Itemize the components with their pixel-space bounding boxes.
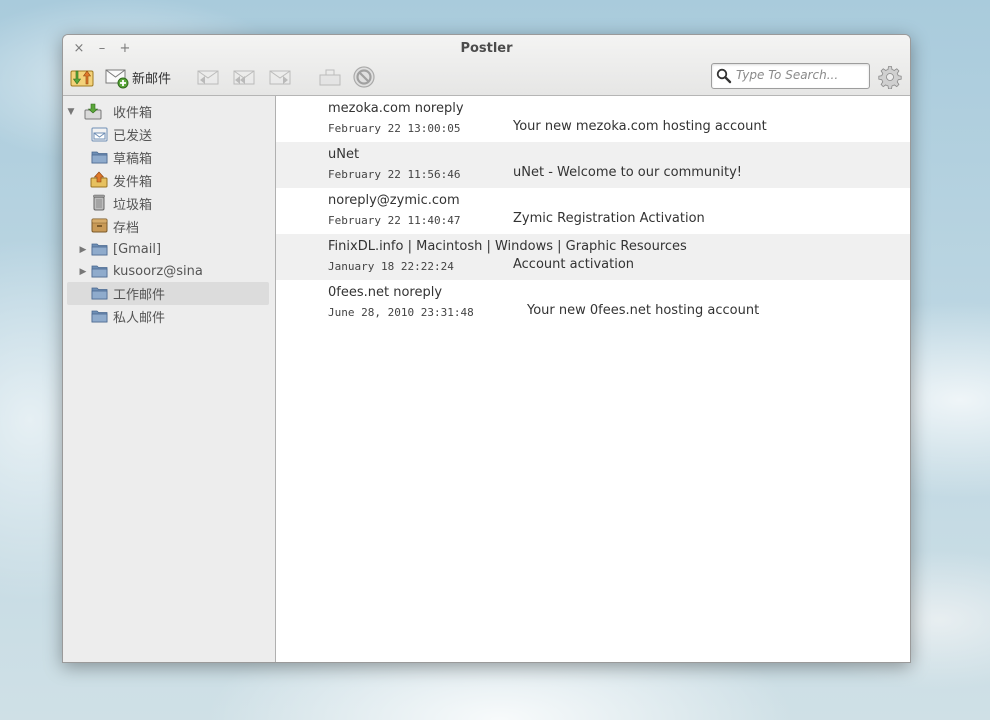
- new-mail-button[interactable]: 新邮件: [105, 65, 171, 89]
- message-subject: Your new 0fees.net hosting account: [527, 303, 760, 318]
- folder-icon: [91, 310, 108, 323]
- compose-mail-icon: [105, 65, 129, 89]
- sidebar-item-label: kusoorz@sina: [113, 264, 203, 279]
- message-sender: mezoka.com noreply: [328, 101, 464, 116]
- message-subject: Account activation: [513, 257, 635, 272]
- gear-icon: [878, 66, 902, 90]
- sidebar-item-label: [Gmail]: [113, 242, 162, 257]
- junk-button[interactable]: [352, 65, 376, 89]
- sidebar-item-trash[interactable]: 垃圾箱: [63, 192, 275, 215]
- message-list: mezoka.com noreply February 22 13:00:05 …: [276, 96, 910, 662]
- archive-icon: [91, 218, 108, 233]
- message-subject: uNet - Welcome to our community!: [513, 165, 742, 180]
- message-row[interactable]: uNet February 22 11:56:46 uNet - Welcome…: [276, 142, 910, 188]
- message-row[interactable]: FinixDL.info | Macintosh | Windows | Gra…: [276, 234, 910, 280]
- trash-icon: [93, 194, 105, 211]
- sidebar-item-label: 已发送: [113, 129, 153, 144]
- archive-box-icon: [319, 69, 341, 86]
- sent-icon: [91, 127, 108, 142]
- outbox-icon: [90, 171, 108, 188]
- folder-sidebar: ▼ 收件箱 已发送 草稿箱 发件箱 垃圾箱 存档 ▶ [Gmail] ▶ kus…: [63, 96, 276, 662]
- sidebar-item-inbox[interactable]: ▼ 收件箱: [63, 100, 275, 123]
- sidebar-item-archive[interactable]: 存档: [63, 215, 275, 238]
- search-input[interactable]: [736, 66, 862, 84]
- reply-icon: [197, 70, 219, 85]
- message-sender: noreply@zymic.com: [328, 193, 460, 208]
- receive-mail-icon: [70, 70, 94, 87]
- sidebar-item-sent[interactable]: 已发送: [63, 123, 275, 146]
- sidebar-item-label: 发件箱: [113, 175, 153, 190]
- titlebar: × – + Postler 新邮件: [63, 35, 910, 96]
- sidebar-item-label: 工作邮件: [113, 288, 166, 303]
- folder-icon: [91, 151, 108, 164]
- sidebar-item-work-mail[interactable]: 工作邮件: [67, 282, 269, 305]
- message-date: February 22 11:56:46: [328, 168, 461, 181]
- archive-button[interactable]: [318, 65, 342, 89]
- window-title: Postler: [460, 41, 513, 56]
- reply-all-icon: [233, 70, 255, 85]
- new-mail-label: 新邮件: [132, 71, 172, 87]
- message-sender: uNet: [328, 147, 360, 162]
- sidebar-item-kusoorz-sina[interactable]: ▶ kusoorz@sina: [63, 260, 275, 283]
- block-icon: [353, 66, 375, 88]
- sidebar-item-drafts[interactable]: 草稿箱: [63, 146, 275, 169]
- expand-arrow-icon[interactable]: ▶: [78, 267, 88, 277]
- collapse-arrow-icon[interactable]: ▼: [66, 107, 76, 117]
- message-sender: FinixDL.info | Macintosh | Windows | Gra…: [328, 239, 687, 254]
- inbox-icon: [84, 103, 102, 120]
- postler-window: × – + Postler 新邮件 Type To Search... ▼ 收件…: [62, 34, 911, 663]
- sidebar-item-label: 私人邮件: [113, 311, 166, 326]
- message-row[interactable]: 0fees.net noreply June 28, 2010 23:31:48…: [276, 280, 910, 326]
- sidebar-item-personal-mail[interactable]: 私人邮件: [63, 305, 275, 328]
- folder-icon: [91, 243, 108, 256]
- sidebar-item-gmail[interactable]: ▶ [Gmail]: [63, 238, 275, 261]
- sidebar-item-label: 垃圾箱: [113, 198, 153, 213]
- search-box[interactable]: [711, 63, 870, 89]
- sidebar-item-label: 收件箱: [113, 106, 153, 121]
- folder-icon: [91, 265, 108, 278]
- message-row[interactable]: mezoka.com noreply February 22 13:00:05 …: [276, 96, 910, 142]
- reply-button[interactable]: [196, 65, 220, 89]
- folder-icon: [91, 287, 108, 300]
- message-subject: Your new mezoka.com hosting account: [513, 119, 767, 134]
- reply-all-button[interactable]: [232, 65, 256, 89]
- message-date: June 28, 2010 23:31:48: [328, 306, 474, 319]
- receive-mail-button[interactable]: [70, 65, 94, 89]
- search-icon: [716, 68, 732, 84]
- forward-icon: [269, 70, 291, 85]
- settings-button[interactable]: [878, 65, 902, 93]
- message-sender: 0fees.net noreply: [328, 285, 443, 300]
- message-row[interactable]: noreply@zymic.com February 22 11:40:47 Z…: [276, 188, 910, 234]
- message-date: February 22 13:00:05: [328, 122, 461, 135]
- message-date: February 22 11:40:47: [328, 214, 461, 227]
- sidebar-item-outbox[interactable]: 发件箱: [63, 169, 275, 192]
- expand-arrow-icon[interactable]: ▶: [78, 245, 88, 255]
- message-date: January 18 22:22:24: [328, 260, 454, 273]
- message-subject: Zymic Registration Activation: [513, 211, 705, 226]
- sidebar-item-label: 存档: [113, 221, 140, 236]
- sidebar-item-label: 草稿箱: [113, 152, 153, 167]
- forward-button[interactable]: [268, 65, 292, 89]
